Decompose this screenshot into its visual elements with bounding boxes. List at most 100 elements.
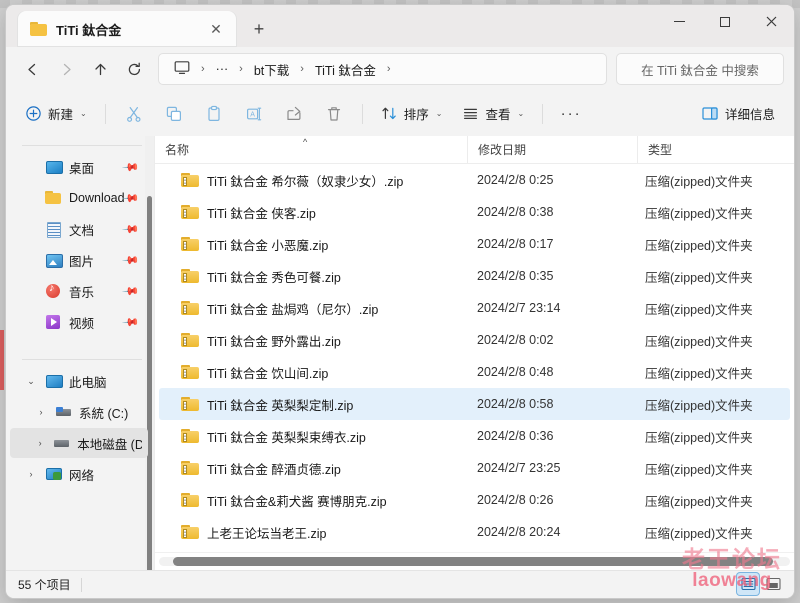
close-icon (766, 16, 776, 27)
file-date-cell: 2024/2/8 0:48 (477, 365, 554, 379)
pin-icon[interactable]: 📌 (122, 220, 141, 239)
pin-icon[interactable]: 📌 (122, 282, 141, 301)
pin-icon[interactable]: 📌 (122, 158, 141, 177)
breadcrumb-current-folder[interactable]: TiTi 鈦合金 (308, 57, 383, 82)
breadcrumb-this-pc[interactable] (167, 57, 197, 81)
breadcrumb-bt-download[interactable]: bt下载 (247, 57, 296, 82)
pin-icon[interactable]: 📌 (122, 313, 141, 332)
breadcrumb-trailing-separator-icon[interactable]: › (385, 63, 393, 75)
table-row[interactable]: TiTi 鈦合金 饮山间.zip 2024/2/8 0:48 压缩(zipped)文… (159, 356, 790, 388)
horizontal-scrollbar[interactable] (155, 552, 794, 570)
close-tab-icon[interactable]: ✕ (204, 17, 228, 41)
horizontal-scrollbar-track[interactable] (159, 557, 790, 566)
window-controls (656, 5, 794, 38)
cut-button[interactable] (115, 98, 153, 130)
breadcrumb[interactable]: › ··· › bt下载 › TiTi 鈦合金 › (158, 53, 607, 85)
new-tab-button[interactable]: + (242, 14, 276, 44)
sidebar-item-label: 系統 (C:) (79, 406, 129, 421)
rename-button[interactable]: A (235, 98, 273, 130)
sort-button-label: 排序 (403, 108, 429, 122)
file-name-label: TiTi 鈦合金 小恶魔.zip (207, 238, 329, 253)
file-name-label: TiTi 鈦合金 秀色可餐.zip (207, 270, 341, 285)
sidebar-item-download[interactable]: Download 📌 (10, 183, 148, 213)
arrow-right-icon (63, 63, 71, 75)
table-row[interactable]: TiTi 鈦合金 盐焗鸡（尼尔）.zip 2024/2/7 23:14 压缩(zip… (159, 292, 790, 324)
pin-icon[interactable]: 📌 (122, 251, 141, 270)
file-date-cell: 2024/2/7 23:14 (477, 301, 561, 315)
chevron-right-icon[interactable]: › (24, 469, 38, 479)
delete-button[interactable] (315, 98, 353, 130)
zip-folder-icon (181, 524, 199, 540)
zip-folder-icon (181, 460, 199, 476)
refresh-button[interactable] (118, 53, 150, 85)
breadcrumb-separator-icon: › (300, 63, 304, 75)
pictures-icon (45, 252, 63, 268)
up-button[interactable] (84, 53, 116, 85)
sidebar-item-label: 文档 (69, 223, 95, 238)
share-icon (287, 106, 301, 120)
sidebar-item-pictures[interactable]: 图片 📌 (10, 245, 148, 275)
horizontal-scrollbar-thumb[interactable] (173, 557, 773, 566)
arrow-up-icon (94, 63, 106, 75)
breadcrumb-separator-icon: › (201, 63, 205, 75)
copy-button[interactable] (155, 98, 193, 130)
paste-button[interactable] (195, 98, 233, 130)
new-button[interactable]: 新建 ⌄ (16, 98, 96, 130)
chevron-right-icon[interactable]: › (34, 407, 48, 417)
details-pane-icon (702, 107, 718, 120)
sidebar-item-music[interactable]: 音乐 📌 (10, 276, 148, 306)
file-name-label: TiTi 鈦合金&莉犬酱 赛博朋克.zip (207, 494, 387, 509)
title-bar: TiTi 鈦合金 ✕ + (6, 5, 794, 47)
table-row[interactable]: 上老王论坛当老王.zip 2024/2/8 20:24 压缩(zipped)文件夹 (159, 516, 790, 548)
details-view-button[interactable] (737, 573, 759, 595)
sidebar-item-this-pc[interactable]: ⌄ 此电脑 (10, 366, 148, 396)
large-icons-view-button[interactable] (762, 573, 784, 595)
close-window-button[interactable] (748, 5, 794, 38)
table-row[interactable]: TiTi 鈦合金 醉酒贞德.zip 2024/2/7 23:25 压缩(zipped… (159, 452, 790, 484)
plus-circle-icon (26, 106, 41, 121)
large-icons-view-icon (765, 577, 781, 591)
table-row[interactable]: TiTi 鈦合金 野外露出.zip 2024/2/8 0:02 压缩(zipped)… (159, 324, 790, 356)
sidebar-item-desktop[interactable]: 桌面 📌 (10, 152, 148, 182)
table-row[interactable]: TiTi 鈦合金 侠客.zip 2024/2/8 0:38 压缩(zipped)文件… (159, 196, 790, 228)
view-button[interactable]: 查看 ⌄ (453, 98, 533, 130)
file-type-cell: 压缩(zipped)文件夹 (645, 366, 753, 381)
more-options-button[interactable]: ··· (552, 98, 590, 130)
share-button[interactable] (275, 98, 313, 130)
content-area: 桌面 📌 Download 📌 文档 📌 图片 📌 ♪ 音乐 📌 视频 📌 ⌄ … (6, 136, 794, 570)
file-list-pane: 名称 ^ 修改日期 类型 TiTi 鈦合金 希尔薇（奴隶少女）.zip 2024/… (154, 136, 794, 570)
table-row[interactable]: TiTi 鈦合金 英梨梨束缚衣.zip 2024/2/8 0:36 压缩(zippe… (159, 420, 790, 452)
column-header-type[interactable]: 类型 (637, 136, 794, 163)
breadcrumb-overflow[interactable]: ··· (209, 59, 236, 79)
table-row[interactable]: TiTi 鈦合金 秀色可餐.zip 2024/2/8 0:35 压缩(zipped)… (159, 260, 790, 292)
sort-button[interactable]: 排序 ⌄ (372, 98, 452, 130)
new-button-label: 新建 (48, 108, 74, 122)
file-name-cell: TiTi 鈦合金&莉犬酱 赛博朋克.zip (159, 491, 471, 510)
zip-folder-icon (181, 396, 199, 412)
tab-titi-folder[interactable]: TiTi 鈦合金 ✕ (18, 11, 236, 47)
sidebar-item-videos[interactable]: 视频 📌 (10, 307, 148, 337)
table-row[interactable]: TiTi 鈦合金 小恶魔.zip 2024/2/8 0:17 压缩(zipped)文… (159, 228, 790, 260)
maximize-button[interactable] (702, 5, 748, 38)
file-date-cell: 2024/2/8 0:26 (477, 493, 554, 507)
back-button[interactable] (16, 53, 48, 85)
sidebar-item-label: 视频 (69, 316, 95, 331)
details-pane-button[interactable]: 详细信息 (692, 98, 784, 130)
chevron-down-icon[interactable]: ⌄ (24, 376, 38, 387)
sidebar-item-local-drive-d[interactable]: › 本地磁盘 (D:) (10, 428, 148, 458)
table-row[interactable]: TiTi 鈦合金 希尔薇（奴隶少女）.zip 2024/2/8 0:25 压缩(zi… (159, 164, 790, 196)
svg-text:A: A (250, 111, 255, 118)
file-date-cell: 2024/2/8 0:35 (477, 269, 554, 283)
paste-icon (208, 105, 220, 121)
forward-button[interactable] (50, 53, 82, 85)
search-input[interactable]: 在 TiTi 鈦合金 中搜索 (616, 53, 784, 85)
table-row[interactable]: TiTi 鈦合金 英梨梨定制.zip 2024/2/8 0:58 压缩(zipped… (159, 388, 790, 420)
minimize-button[interactable] (656, 5, 702, 38)
sidebar-item-network[interactable]: › 网络 (10, 459, 148, 489)
table-row[interactable]: TiTi 鈦合金&莉犬酱 赛博朋克.zip 2024/2/8 0:26 压缩(zip… (159, 484, 790, 516)
chevron-right-icon[interactable]: › (34, 438, 46, 448)
column-header-date[interactable]: 修改日期 (467, 136, 637, 163)
sidebar-item-system-drive[interactable]: › 系統 (C:) (10, 397, 148, 427)
column-header-name[interactable]: 名称 ^ (155, 136, 467, 163)
sidebar-item-documents[interactable]: 文档 📌 (10, 214, 148, 244)
